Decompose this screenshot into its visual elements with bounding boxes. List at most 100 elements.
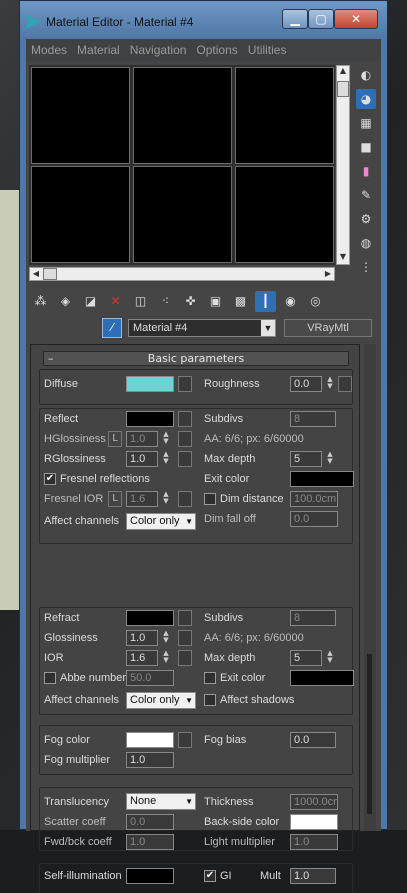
translucency-dropdown[interactable]: None ▼: [126, 793, 196, 810]
fog-multiplier-spinner[interactable]: 1.0: [126, 752, 174, 768]
roughness-map-button[interactable]: [338, 376, 352, 392]
collapse-icon[interactable]: –: [48, 352, 54, 365]
menu-modes[interactable]: Modes: [26, 43, 72, 57]
rollout-header[interactable]: – Basic parameters: [43, 351, 349, 366]
navigator-icon[interactable]: ⋮: [356, 257, 376, 277]
reflect-map-button[interactable]: [178, 411, 192, 427]
spinner-arrows-icon[interactable]: ▲ ▼: [160, 630, 172, 646]
go-to-parent-icon[interactable]: ◉: [280, 291, 301, 312]
sample-slot[interactable]: [133, 166, 232, 263]
fog-color-swatch[interactable]: [126, 732, 174, 748]
sample-slot[interactable]: [235, 166, 334, 263]
menu-options[interactable]: Options: [191, 43, 242, 57]
refract-exit-color-swatch[interactable]: [290, 670, 354, 686]
sample-slot[interactable]: [31, 67, 130, 164]
material-type-button[interactable]: VRayMtl: [284, 319, 372, 337]
refract-max-depth-spinner[interactable]: 5: [290, 650, 322, 666]
scroll-thumb[interactable]: [367, 654, 372, 814]
scroll-left-icon[interactable]: ◀: [30, 268, 42, 280]
sample-slot[interactable]: [133, 67, 232, 164]
roughness-spinner[interactable]: 0.0: [290, 376, 322, 392]
make-preview-icon[interactable]: ✎: [356, 185, 376, 205]
refract-map-button[interactable]: [178, 610, 192, 626]
thickness-spinner[interactable]: 1000.0cm: [290, 794, 338, 810]
fwd-bck-coeff-spinner[interactable]: 1.0: [126, 834, 174, 850]
scatter-coeff-spinner[interactable]: 0.0: [126, 814, 174, 830]
dim-distance-spinner[interactable]: 100.0cm: [290, 491, 338, 507]
glossiness-spinner[interactable]: 1.0: [126, 630, 158, 646]
exit-color-checkbox[interactable]: [204, 672, 216, 684]
maximize-button[interactable]: ▢: [308, 9, 334, 29]
sample-slot[interactable]: [235, 67, 334, 164]
spinner-arrows-icon[interactable]: ▲ ▼: [160, 431, 172, 447]
make-unique-icon[interactable]: ⁖: [155, 291, 176, 312]
eyedropper-icon[interactable]: ⁄: [102, 318, 122, 338]
spinner-arrows-icon[interactable]: ▲ ▼: [160, 491, 172, 507]
show-in-viewport-icon[interactable]: ▩: [230, 291, 251, 312]
abbe-spinner[interactable]: 50.0: [126, 670, 174, 686]
menu-material[interactable]: Material: [72, 43, 125, 57]
ior-map-button[interactable]: [178, 650, 192, 666]
rglossiness-map-button[interactable]: [178, 451, 192, 467]
dim-falloff-spinner[interactable]: 0.0: [290, 511, 338, 527]
diffuse-color-swatch[interactable]: [126, 376, 174, 392]
minimize-button[interactable]: ▁: [282, 9, 308, 29]
fresnel-ior-map-button[interactable]: [178, 491, 192, 507]
backlight-icon[interactable]: ◕: [356, 89, 376, 109]
light-multiplier-spinner[interactable]: 1.0: [290, 834, 338, 850]
dim-distance-checkbox[interactable]: [204, 493, 216, 505]
sample-type-icon[interactable]: ◐: [356, 65, 376, 85]
sample-slot[interactable]: [31, 166, 130, 263]
rollout-scrollbar[interactable]: [364, 344, 376, 831]
material-name-field[interactable]: Material #4 ▼: [128, 319, 276, 337]
ior-spinner[interactable]: 1.6: [126, 650, 158, 666]
material-id-icon[interactable]: ▣: [205, 291, 226, 312]
menu-utilities[interactable]: Utilities: [243, 43, 292, 57]
spinner-arrows-icon[interactable]: ▲ ▼: [324, 451, 336, 467]
reflect-exit-color-swatch[interactable]: [290, 471, 354, 487]
scroll-thumb[interactable]: [337, 81, 349, 97]
scroll-up-icon[interactable]: ▲: [337, 66, 349, 78]
menu-navigation[interactable]: Navigation: [125, 43, 192, 57]
reflect-affect-channels-dropdown[interactable]: Color only ▼: [126, 513, 196, 530]
reflect-max-depth-spinner[interactable]: 5: [290, 451, 322, 467]
refract-subdivs-spinner[interactable]: 8: [290, 610, 336, 626]
refract-color-swatch[interactable]: [126, 610, 174, 626]
select-by-material-icon[interactable]: ◍: [356, 233, 376, 253]
abbe-checkbox[interactable]: [44, 672, 56, 684]
gi-checkbox[interactable]: ✔: [204, 870, 216, 882]
scroll-right-icon[interactable]: ▶: [322, 268, 334, 280]
mult-spinner[interactable]: 1.0: [290, 868, 336, 884]
rglossiness-spinner[interactable]: 1.0: [126, 451, 158, 467]
glossiness-map-button[interactable]: [178, 630, 192, 646]
fresnel-checkbox[interactable]: ✔: [44, 473, 56, 485]
hglossiness-lock-button[interactable]: L: [108, 431, 122, 447]
affect-shadows-checkbox[interactable]: [204, 694, 216, 706]
fog-bias-spinner[interactable]: 0.0: [290, 732, 336, 748]
copy-material-icon[interactable]: ◫: [130, 291, 151, 312]
show-end-result-icon[interactable]: ┃: [255, 290, 276, 312]
refract-affect-channels-dropdown[interactable]: Color only ▼: [126, 692, 196, 709]
put-to-scene-icon[interactable]: ◈: [55, 291, 76, 312]
tiling-icon[interactable]: ■: [356, 137, 376, 157]
background-icon[interactable]: ▦: [356, 113, 376, 133]
fresnel-ior-lock-button[interactable]: L: [108, 491, 122, 507]
chevron-down-icon[interactable]: ▼: [261, 320, 275, 336]
put-to-library-icon[interactable]: ✜: [180, 291, 201, 312]
options-icon[interactable]: ⚙: [356, 209, 376, 229]
get-material-icon[interactable]: ⁂: [30, 291, 51, 312]
slots-vertical-scrollbar[interactable]: ▲ ▼: [336, 65, 350, 265]
self-illumination-color-swatch[interactable]: [126, 868, 174, 884]
reflect-color-swatch[interactable]: [126, 411, 174, 427]
hglossiness-spinner[interactable]: 1.0: [126, 431, 158, 447]
scroll-thumb[interactable]: [43, 268, 57, 280]
diffuse-map-button[interactable]: [178, 376, 192, 392]
fog-color-map-button[interactable]: [178, 732, 192, 748]
reset-icon[interactable]: ✕: [105, 291, 126, 312]
assign-material-icon[interactable]: ◪: [80, 291, 101, 312]
video-color-check-icon[interactable]: ▮: [356, 161, 376, 181]
spinner-arrows-icon[interactable]: ▲ ▼: [324, 650, 336, 666]
scroll-down-icon[interactable]: ▼: [337, 252, 349, 264]
go-forward-icon[interactable]: ◎: [305, 291, 326, 312]
spinner-arrows-icon[interactable]: ▲ ▼: [160, 451, 172, 467]
